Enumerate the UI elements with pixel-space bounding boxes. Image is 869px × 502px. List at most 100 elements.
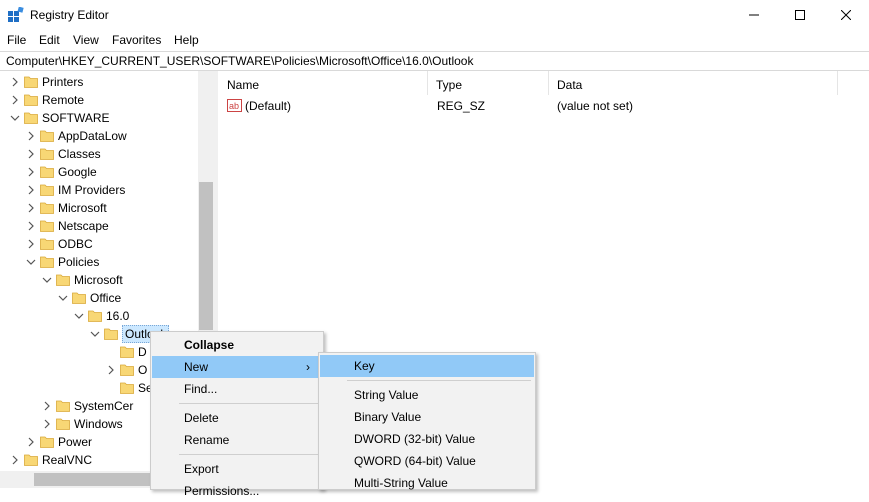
- tree-node[interactable]: 16.0: [0, 307, 214, 325]
- menu-item-find[interactable]: Find...: [152, 378, 322, 400]
- menu-item-multi-string-value[interactable]: Multi-String Value: [320, 472, 534, 494]
- column-header-data[interactable]: Data: [549, 71, 838, 95]
- menu-item-new[interactable]: New ›: [152, 356, 322, 378]
- menu-separator: [347, 380, 531, 381]
- tree-node[interactable]: SOFTWARE: [0, 109, 214, 127]
- tree-node-label: IM Providers: [58, 183, 126, 197]
- chevron-right-icon[interactable]: [26, 220, 36, 232]
- menu-edit[interactable]: Edit: [39, 33, 60, 47]
- folder-icon: [104, 328, 118, 340]
- folder-icon: [72, 292, 86, 304]
- tree-node-label: Windows: [74, 417, 123, 431]
- chevron-right-icon[interactable]: [10, 454, 20, 466]
- tree-node[interactable]: Microsoft: [0, 199, 214, 217]
- tree-node-label: SystemCer: [74, 399, 134, 413]
- column-header-name[interactable]: Name: [219, 71, 428, 95]
- menu-item-label: Key: [354, 359, 375, 373]
- tree-node[interactable]: Netscape: [0, 217, 214, 235]
- folder-icon: [88, 310, 102, 322]
- menu-item-label: DWORD (32-bit) Value: [354, 432, 476, 446]
- tree-node[interactable]: Printers: [0, 73, 214, 91]
- menu-item-label: Rename: [184, 433, 230, 447]
- tree-node-label: Office: [90, 291, 122, 305]
- menu-help[interactable]: Help: [174, 33, 199, 47]
- menu-separator: [179, 403, 319, 404]
- close-icon: [841, 10, 851, 20]
- menu-item-dword-32-bit-value[interactable]: DWORD (32-bit) Value: [320, 428, 534, 450]
- folder-icon: [40, 220, 54, 232]
- tree-node[interactable]: ODBC: [0, 235, 214, 253]
- submenu-arrow-icon: ›: [306, 360, 310, 374]
- menu-item-label: String Value: [354, 388, 419, 402]
- menu-view[interactable]: View: [73, 33, 99, 47]
- menu-item-key[interactable]: Key: [320, 355, 534, 377]
- tree-horizontal-scroll-thumb[interactable]: [34, 473, 152, 486]
- chevron-right-icon[interactable]: [26, 238, 36, 250]
- chevron-down-icon[interactable]: [26, 256, 36, 268]
- minimize-button[interactable]: [731, 0, 777, 30]
- chevron-down-icon[interactable]: [74, 310, 84, 322]
- chevron-right-icon[interactable]: [26, 184, 36, 196]
- maximize-button[interactable]: [777, 0, 823, 30]
- tree-node[interactable]: AppDataLow: [0, 127, 214, 145]
- chevron-right-icon[interactable]: [106, 364, 116, 376]
- tree-node[interactable]: Policies: [0, 253, 214, 271]
- chevron-right-icon[interactable]: [42, 418, 52, 430]
- close-button[interactable]: [823, 0, 869, 30]
- address-path: Computer\HKEY_CURRENT_USER\SOFTWARE\Poli…: [6, 54, 474, 68]
- tree-node[interactable]: Remote: [0, 91, 214, 109]
- address-bar[interactable]: Computer\HKEY_CURRENT_USER\SOFTWARE\Poli…: [0, 51, 869, 71]
- chevron-right-icon[interactable]: [26, 436, 36, 448]
- folder-icon: [40, 130, 54, 142]
- menu-item-qword-64-bit-value[interactable]: QWORD (64-bit) Value: [320, 450, 534, 472]
- tree-node[interactable]: Office: [0, 289, 214, 307]
- folder-icon: [24, 76, 38, 88]
- window-title: Registry Editor: [30, 8, 109, 22]
- folder-icon: [120, 346, 134, 358]
- svg-text:ab: ab: [229, 101, 239, 111]
- tree-node-label: Remote: [42, 93, 85, 107]
- tree-node-label: Policies: [58, 255, 100, 269]
- menu-item-delete[interactable]: Delete: [152, 407, 322, 429]
- menu-item-export[interactable]: Export: [152, 458, 322, 480]
- tree-vertical-scroll-thumb[interactable]: [199, 182, 213, 330]
- string-value-icon: ab: [227, 99, 242, 112]
- folder-icon: [24, 454, 38, 466]
- tree-node-label: Google: [58, 165, 97, 179]
- chevron-right-icon[interactable]: [10, 94, 20, 106]
- chevron-right-icon[interactable]: [42, 400, 52, 412]
- menu-item-permissions[interactable]: Permissions...: [152, 480, 322, 502]
- tree-node[interactable]: Google: [0, 163, 214, 181]
- tree-node-label: O: [138, 363, 148, 377]
- chevron-right-icon[interactable]: [26, 166, 36, 178]
- menu-item-binary-value[interactable]: Binary Value: [320, 406, 534, 428]
- folder-icon: [24, 112, 38, 124]
- tree-node[interactable]: Microsoft: [0, 271, 214, 289]
- chevron-down-icon[interactable]: [58, 292, 68, 304]
- chevron-down-icon[interactable]: [10, 112, 20, 124]
- chevron-down-icon[interactable]: [42, 274, 52, 286]
- menu-file[interactable]: File: [7, 33, 26, 47]
- menu-item-string-value[interactable]: String Value: [320, 384, 534, 406]
- folder-icon: [40, 256, 54, 268]
- tree-node[interactable]: IM Providers: [0, 181, 214, 199]
- column-header-type[interactable]: Type: [428, 71, 549, 95]
- menu-item-collapse[interactable]: Collapse: [152, 334, 322, 356]
- folder-icon: [120, 364, 134, 376]
- folder-icon: [40, 184, 54, 196]
- tree-node-label: Microsoft: [58, 201, 107, 215]
- chevron-right-icon[interactable]: [26, 202, 36, 214]
- new-submenu: Key String Value Binary Value DWORD (32-bit…: [318, 352, 536, 490]
- chevron-down-icon[interactable]: [90, 328, 100, 340]
- value-row[interactable]: ab (Default) REG_SZ (value not set): [219, 97, 859, 115]
- tree-node[interactable]: Classes: [0, 145, 214, 163]
- tree-node-label: 16.0: [106, 309, 130, 323]
- menu-item-rename[interactable]: Rename: [152, 429, 322, 451]
- menu-separator: [179, 454, 319, 455]
- menu-favorites[interactable]: Favorites: [112, 33, 161, 47]
- chevron-right-icon[interactable]: [10, 76, 20, 88]
- menu-item-label: Permissions...: [184, 484, 260, 498]
- menu-item-label: Collapse: [184, 338, 235, 352]
- chevron-right-icon[interactable]: [26, 148, 36, 160]
- chevron-right-icon[interactable]: [26, 130, 36, 142]
